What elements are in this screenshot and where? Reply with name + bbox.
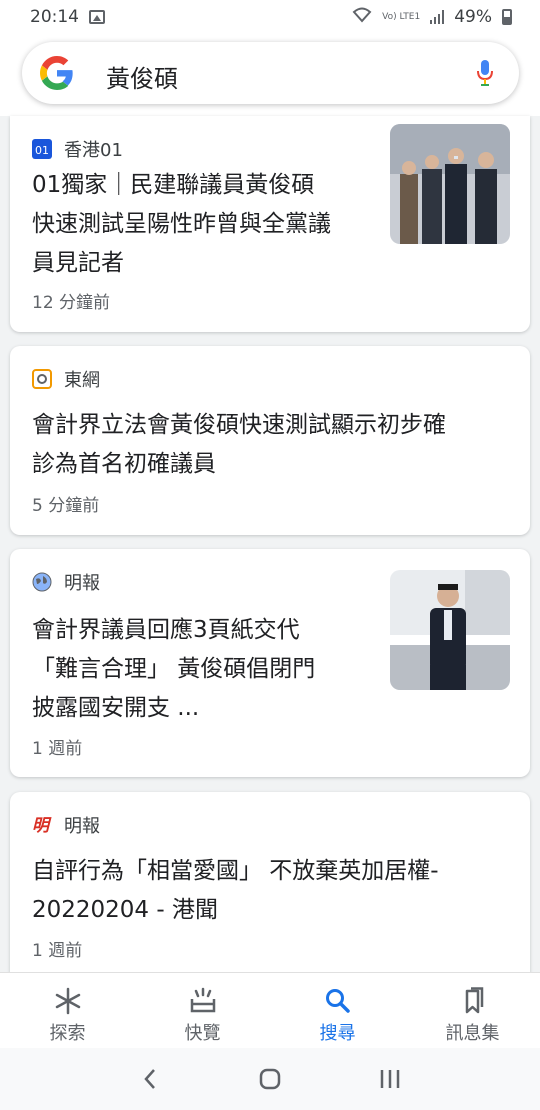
news-thumbnail[interactable] — [390, 124, 510, 244]
lte-indicator: Vo) LTE1 — [382, 11, 421, 22]
search-query[interactable]: 黃俊碩 — [106, 59, 178, 94]
snapshot-icon — [190, 987, 215, 1013]
nav-snapshot[interactable]: 快覽 — [135, 973, 270, 1048]
asterisk-icon — [55, 987, 80, 1015]
hk01-logo-icon: 01 — [32, 139, 52, 159]
card-source: 01 香港01 — [32, 136, 123, 162]
wifi-icon — [352, 7, 372, 27]
bottom-navigation: 探索 快覽 搜尋 訊息集 — [0, 972, 540, 1048]
back-chevron-icon — [144, 1069, 155, 1089]
source-name: 東網 — [64, 370, 100, 391]
globe-icon — [32, 572, 52, 592]
microphone-icon[interactable] — [475, 58, 495, 88]
battery-percent: 49% — [454, 7, 492, 27]
signal-icon — [430, 10, 445, 24]
svg-text:明: 明 — [32, 816, 52, 835]
status-time: 20:14 — [30, 7, 79, 27]
news-card[interactable]: 東網 會計界立法會黃俊碩快速測試顯示初步確 診為首名初確議員 5 分鐘前 — [10, 346, 530, 535]
nav-label: 搜尋 — [319, 1023, 356, 1044]
title-line: 自評行為「相當愛國」 不放棄英加居權- — [32, 858, 439, 884]
card-title[interactable]: 會計界立法會黃俊碩快速測試顯示初步確 診為首名初確議員 — [32, 406, 446, 484]
system-navigation-bar — [0, 1048, 540, 1110]
source-name: 香港01 — [64, 140, 123, 161]
card-time: 1 週前 — [32, 739, 83, 759]
title-line: 會計界立法會黃俊碩快速測試顯示初步確 — [32, 412, 446, 438]
card-time: 5 分鐘前 — [32, 496, 100, 516]
nav-label: 快覽 — [184, 1023, 221, 1044]
search-bar[interactable]: 黃俊碩 — [22, 42, 519, 104]
nav-search[interactable]: 搜尋 — [270, 973, 405, 1048]
card-title[interactable]: 會計界議員回應3頁紙交代 「難言合理」 黃俊碩倡閉門 披露國安開支 ... — [32, 611, 315, 728]
google-logo-icon — [40, 56, 73, 90]
card-time: 1 週前 — [32, 941, 83, 961]
card-title[interactable]: 01獨家｜民建聯議員黃俊碩 快速測試呈陽性昨曾與全黨議 員見記者 — [32, 166, 331, 283]
title-line: 員見記者 — [32, 250, 124, 276]
mingpao-logo-icon: 明 — [32, 815, 52, 836]
nav-discover[interactable]: 探索 — [0, 973, 135, 1048]
nav-label: 探索 — [49, 1023, 86, 1044]
title-line: 診為首名初確議員 — [32, 451, 216, 477]
recents-icon — [380, 1070, 400, 1088]
bookmarks-icon — [465, 987, 483, 1014]
card-source: 東網 — [32, 366, 100, 392]
title-line: 「難言合理」 黃俊碩倡閉門 — [32, 656, 316, 682]
title-line: 會計界議員回應3頁紙交代 — [32, 617, 300, 643]
title-line: 20220204 - 港聞 — [32, 897, 218, 923]
home-button[interactable] — [250, 1059, 290, 1099]
news-thumbnail[interactable] — [390, 570, 510, 690]
gallery-notification-icon — [89, 10, 105, 24]
news-card[interactable]: 明 明報 自評行為「相當愛國」 不放棄英加居權- 20220204 - 港聞 1… — [10, 792, 530, 982]
svg-text:01: 01 — [35, 144, 49, 157]
nav-label: 訊息集 — [445, 1023, 500, 1044]
card-source: 明 明報 — [32, 812, 100, 838]
nav-collections[interactable]: 訊息集 — [405, 973, 540, 1048]
source-name: 明報 — [64, 816, 100, 837]
news-card[interactable]: 明報 會計界議員回應3頁紙交代 「難言合理」 黃俊碩倡閉門 披露國安開支 ...… — [10, 549, 530, 777]
card-title[interactable]: 自評行為「相當愛國」 不放棄英加居權- 20220204 - 港聞 — [32, 852, 439, 930]
news-card[interactable]: 01 香港01 01獨家｜民建聯議員黃俊碩 快速測試呈陽性昨曾與全黨議 員見記者… — [10, 116, 530, 332]
recents-button[interactable] — [370, 1059, 410, 1099]
battery-icon — [502, 9, 512, 25]
search-icon — [325, 989, 350, 1013]
title-line: 披露國安開支 ... — [32, 695, 200, 721]
back-button[interactable] — [130, 1059, 170, 1099]
status-bar: 20:14 Vo) LTE1 49% — [0, 0, 540, 34]
home-icon — [259, 1068, 281, 1090]
card-time: 12 分鐘前 — [32, 293, 111, 313]
search-header: 黃俊碩 — [0, 34, 540, 116]
on-cc-logo-icon — [32, 369, 52, 389]
title-line: 快速測試呈陽性昨曾與全黨議 — [32, 211, 331, 237]
card-source: 明報 — [32, 569, 100, 595]
source-name: 明報 — [64, 573, 100, 594]
title-line: 01獨家｜民建聯議員黃俊碩 — [32, 172, 315, 198]
